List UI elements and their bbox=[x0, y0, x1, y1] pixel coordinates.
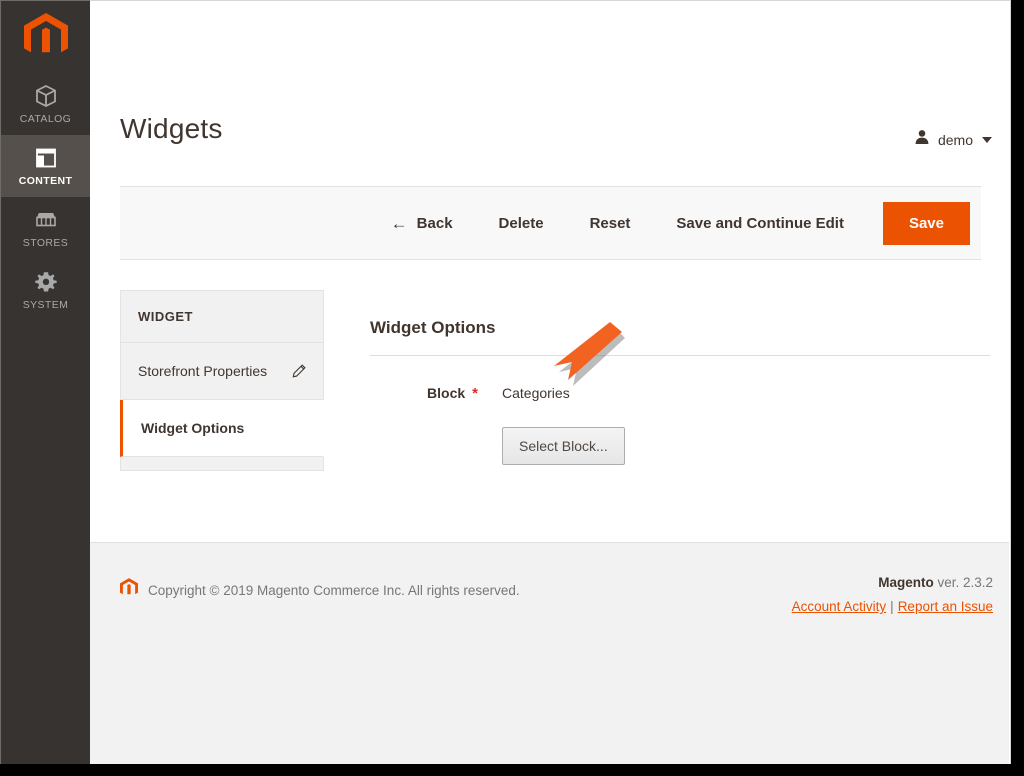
user-menu[interactable]: demo bbox=[914, 129, 992, 150]
field-value-block: Categories bbox=[502, 385, 570, 401]
select-block-row: Select Block... bbox=[370, 427, 990, 465]
footer-copyright-group: Copyright © 2019 Magento Commerce Inc. A… bbox=[120, 578, 520, 603]
reset-button-label: Reset bbox=[589, 214, 631, 232]
field-label-text: Block bbox=[427, 385, 466, 401]
report-an-issue-link[interactable]: Report an Issue bbox=[898, 599, 993, 614]
magento-logo-icon bbox=[120, 578, 138, 603]
save-and-continue-edit-button[interactable]: Save and Continue Edit bbox=[653, 215, 867, 232]
account-activity-link[interactable]: Account Activity bbox=[792, 599, 887, 614]
layout-icon bbox=[34, 146, 58, 170]
tab-widget-options[interactable]: Widget Options bbox=[120, 400, 324, 457]
box-icon bbox=[34, 84, 58, 108]
sidebar-item-label: SYSTEM bbox=[22, 298, 69, 311]
delete-button-label: Delete bbox=[498, 214, 544, 232]
back-button-label: Back bbox=[416, 214, 453, 232]
required-marker: * bbox=[472, 385, 478, 402]
footer-links: Account Activity | Report an Issue bbox=[792, 599, 993, 614]
user-icon bbox=[914, 129, 930, 150]
select-block-button[interactable]: Select Block... bbox=[502, 427, 625, 465]
magento-logo-glyph bbox=[23, 13, 68, 53]
version-text: Magento ver. 2.3.2 bbox=[792, 575, 993, 590]
page-actions-toolbar: ← Back Delete Reset Save and Continue Ed… bbox=[120, 186, 981, 260]
tab-storefront-properties[interactable]: Storefront Properties bbox=[120, 343, 324, 400]
section-title: Widget Options bbox=[370, 318, 990, 356]
reset-button[interactable]: Reset bbox=[567, 215, 654, 232]
save-and-continue-edit-label: Save and Continue Edit bbox=[676, 214, 844, 232]
link-separator: | bbox=[890, 599, 894, 614]
widget-tabs-panel: WIDGET Storefront Properties Widget Opti… bbox=[120, 290, 324, 471]
tabs-heading: WIDGET bbox=[120, 290, 324, 343]
tab-label: Storefront Properties bbox=[138, 363, 268, 379]
arrow-left-icon: ← bbox=[390, 213, 408, 233]
save-button[interactable]: Save bbox=[882, 201, 970, 245]
sidebar-item-label: CONTENT bbox=[18, 174, 73, 187]
delete-button[interactable]: Delete bbox=[476, 215, 567, 232]
chevron-down-icon bbox=[982, 136, 992, 143]
sidebar-item-system[interactable]: SYSTEM bbox=[1, 259, 90, 321]
app-window: CATALOG CONTENT STORES SYSTEM Widgets de… bbox=[0, 0, 1024, 776]
admin-sidebar: CATALOG CONTENT STORES SYSTEM bbox=[0, 0, 90, 764]
gear-icon bbox=[34, 270, 58, 294]
sidebar-item-label: STORES bbox=[22, 236, 69, 249]
widget-options-form: Widget Options Block * Categories Select … bbox=[370, 318, 990, 465]
field-label-block: Block * bbox=[370, 385, 478, 402]
copyright-text: Copyright © 2019 Magento Commerce Inc. A… bbox=[148, 583, 520, 598]
tab-panel-bottom-edge bbox=[120, 457, 324, 471]
footer-meta-group: Magento ver. 2.3.2 Account Activity | Repo… bbox=[792, 575, 993, 614]
magento-logo-icon[interactable] bbox=[1, 1, 90, 73]
page-title: Widgets bbox=[120, 113, 223, 144]
version-number: ver. 2.3.2 bbox=[933, 575, 993, 590]
store-icon bbox=[34, 208, 58, 232]
pencil-icon bbox=[292, 364, 306, 378]
field-row-block: Block * Categories bbox=[370, 385, 990, 402]
page-footer: Copyright © 2019 Magento Commerce Inc. A… bbox=[90, 542, 1009, 764]
sidebar-item-label: CATALOG bbox=[19, 112, 72, 125]
version-brand: Magento bbox=[878, 575, 934, 590]
back-button[interactable]: ← Back bbox=[368, 215, 476, 232]
user-name: demo bbox=[937, 131, 973, 148]
sidebar-item-stores[interactable]: STORES bbox=[1, 197, 90, 259]
tab-label: Widget Options bbox=[141, 420, 245, 436]
sidebar-item-catalog[interactable]: CATALOG bbox=[1, 73, 90, 135]
sidebar-item-content[interactable]: CONTENT bbox=[1, 135, 90, 197]
page-surface: Widgets demo ← Back Delete Reset Save an… bbox=[90, 0, 1011, 764]
page-header: Widgets demo bbox=[90, 1, 1010, 181]
